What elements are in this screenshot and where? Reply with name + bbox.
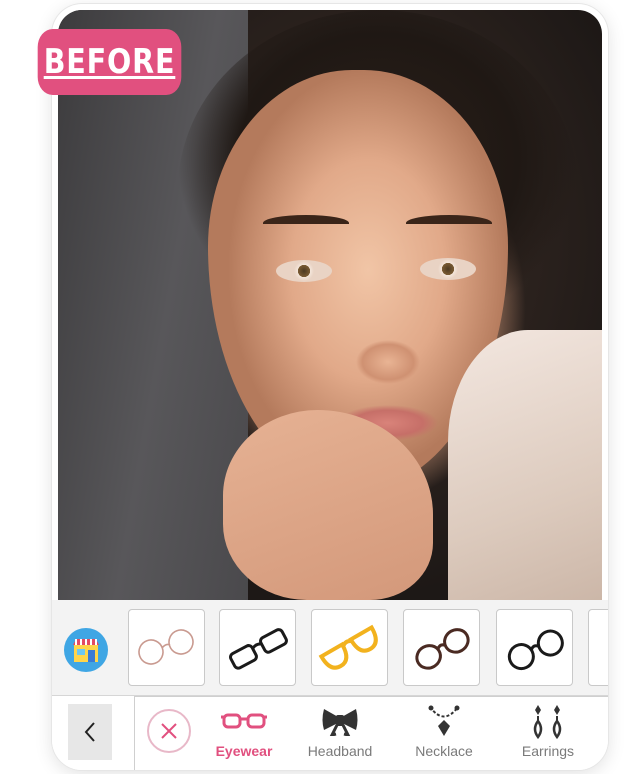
portrait-photo xyxy=(58,10,602,600)
rectangle-glasses-icon xyxy=(228,627,288,670)
chevron-left-icon xyxy=(84,722,95,742)
bottom-toolbar: Eyewear Headband Necklace Earrings xyxy=(52,696,608,770)
tray-item-yellow-cat-eye-glasses[interactable] xyxy=(311,609,388,686)
shop-icon xyxy=(73,639,99,662)
earrings-icon xyxy=(533,705,562,739)
category-label: Eyewear xyxy=(215,743,273,759)
tray-item-black-round-glasses[interactable] xyxy=(496,609,573,686)
store-button[interactable] xyxy=(64,628,108,672)
tray-item-black-rectangle-glasses[interactable] xyxy=(219,609,296,686)
tray-item-partial[interactable] xyxy=(588,609,608,686)
category-earrings[interactable]: Earrings xyxy=(503,703,593,767)
necklace-icon xyxy=(428,705,460,736)
tray-item-brown-round-glasses[interactable] xyxy=(403,609,480,686)
round-glasses-icon xyxy=(507,629,564,670)
category-necklace[interactable]: Necklace xyxy=(399,703,489,767)
accessory-tray xyxy=(52,600,608,696)
back-button[interactable] xyxy=(68,704,112,760)
before-badge: BEFORE xyxy=(37,29,182,95)
eyewear-icon xyxy=(221,713,267,729)
category-bar: Eyewear Headband Necklace Earrings xyxy=(134,696,608,770)
category-label: Headband xyxy=(307,743,373,759)
remove-accessory-button[interactable] xyxy=(147,709,191,753)
bow-icon xyxy=(322,709,358,736)
rimless-glasses-icon xyxy=(137,628,194,665)
close-icon xyxy=(161,723,177,739)
tray-item-rimless-glasses[interactable] xyxy=(128,609,205,686)
app-frame: Eyewear Headband Necklace Earrings xyxy=(52,4,608,770)
round-glasses-icon xyxy=(414,627,470,670)
category-headband[interactable]: Headband xyxy=(295,703,385,767)
category-label: Earrings xyxy=(521,743,575,759)
category-eyewear[interactable]: Eyewear xyxy=(199,703,289,767)
cat-eye-glasses-icon xyxy=(318,624,378,670)
category-label: Necklace xyxy=(415,743,473,759)
